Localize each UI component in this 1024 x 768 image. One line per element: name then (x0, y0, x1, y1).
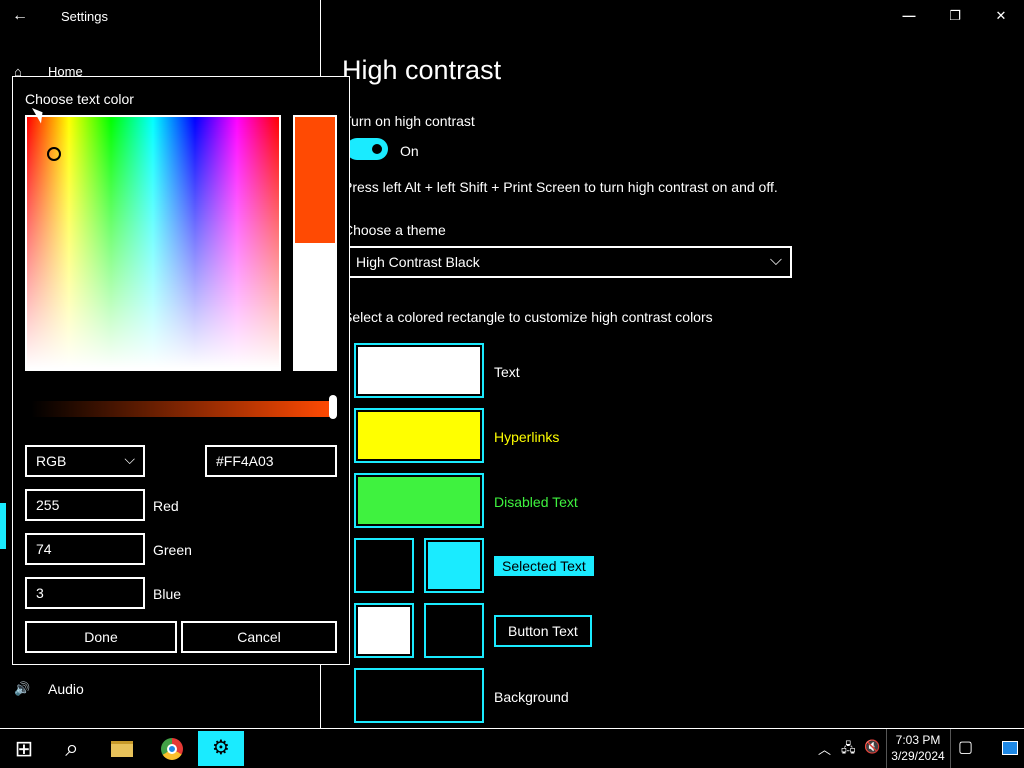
customize-hint: Select a colored rectangle to customize … (343, 309, 713, 325)
theme-label: Choose a theme (343, 222, 446, 238)
red-input[interactable]: 255 (25, 489, 145, 521)
theme-dropdown-value: High Contrast Black (356, 254, 480, 270)
settings-taskbar-button[interactable]: ⚙ (198, 731, 244, 766)
gear-icon: ⚙ (212, 737, 230, 759)
background-color-swatch[interactable] (354, 668, 484, 723)
folder-icon (111, 741, 133, 757)
clock[interactable]: 7:03 PM 3/29/2024 (887, 732, 949, 764)
color-spectrum[interactable] (25, 115, 281, 371)
brightness-slider-thumb[interactable] (329, 395, 337, 419)
app-title: Settings (61, 9, 108, 24)
text-color-label: Text (494, 364, 520, 380)
hyperlink-color-swatch[interactable] (354, 408, 484, 463)
minimize-button[interactable]: — (886, 3, 932, 29)
back-button[interactable]: ← (12, 6, 36, 28)
tray-overflow-icon[interactable]: ︿ (818, 739, 831, 758)
title-bar: ← Settings — ❐ ✕ (0, 0, 1024, 34)
chevron-down-icon: ⌵ (769, 252, 782, 269)
color-picker-dialog: Choose text color RGB ⌵ #FF4A03 255 Red … (12, 76, 350, 665)
windows-logo-icon: ⊞ (14, 736, 34, 761)
toggle-state: On (400, 143, 419, 159)
chevron-down-icon: ⌵ (124, 451, 135, 467)
cancel-button[interactable]: Cancel (181, 621, 337, 653)
background-color-label: Background (494, 689, 569, 705)
network-icon[interactable]: 🖧 (841, 739, 856, 761)
blue-label: Blue (153, 586, 182, 602)
color-mode-dropdown[interactable]: RGB ⌵ (25, 445, 145, 477)
hex-input[interactable]: #FF4A03 (205, 445, 337, 477)
search-button[interactable]: ⌕ (48, 729, 96, 768)
nav-audio-label: Audio (48, 681, 84, 697)
show-desktop-icon[interactable] (1002, 741, 1018, 755)
nav-item-audio[interactable]: 🔊 Audio (14, 680, 84, 697)
notification-center-icon[interactable]: ▢ (958, 737, 973, 757)
button-text-label: Button Text (494, 615, 592, 647)
blue-input[interactable]: 3 (25, 577, 145, 609)
button-text-foreground-swatch[interactable] (354, 603, 414, 658)
selected-text-foreground-swatch[interactable] (354, 538, 414, 593)
shortcut-hint: Press left Alt + left Shift + Print Scre… (343, 179, 778, 195)
restore-button[interactable]: ❐ (932, 3, 978, 29)
start-button[interactable]: ⊞ (0, 729, 48, 768)
speaker-icon: 🔊 (14, 681, 31, 696)
clock-date: 3/29/2024 (891, 749, 945, 763)
brightness-slider-track[interactable] (31, 401, 331, 417)
hyperlink-color-label: Hyperlinks (494, 429, 560, 445)
chrome-icon (161, 738, 183, 760)
clock-time: 7:03 PM (895, 733, 941, 747)
toggle-knob (372, 144, 382, 154)
toggle-label: Turn on high contrast (343, 113, 475, 129)
spectrum-selection-ring[interactable] (47, 147, 61, 161)
taskbar: ⊞ ⌕ ⚙ ︿ 🖧 🔇 7:03 PM 3/29/2024 ▢ (0, 728, 1024, 768)
volume-muted-icon[interactable]: 🔇 (864, 739, 880, 755)
search-icon: ⌕ (65, 735, 79, 762)
done-button[interactable]: Done (25, 621, 177, 653)
color-preview (293, 115, 337, 371)
button-text-background-swatch[interactable] (424, 603, 484, 658)
text-color-swatch[interactable] (354, 343, 484, 398)
page-title: High contrast (342, 55, 502, 85)
close-button[interactable]: ✕ (978, 3, 1024, 29)
disabled-text-color-swatch[interactable] (354, 473, 484, 528)
color-mode-value: RGB (36, 453, 67, 469)
dialog-title: Choose text color (25, 91, 134, 107)
green-input[interactable]: 74 (25, 533, 145, 565)
selected-color-preview (295, 117, 335, 243)
green-label: Green (153, 542, 192, 558)
theme-dropdown[interactable]: High Contrast Black ⌵ (346, 246, 792, 278)
selected-text-background-swatch[interactable] (424, 538, 484, 593)
high-contrast-toggle[interactable] (346, 138, 388, 160)
tray-separator (950, 729, 951, 768)
file-explorer-button[interactable] (98, 729, 146, 768)
red-label: Red (153, 498, 179, 514)
chrome-button[interactable] (148, 729, 196, 768)
nav-selection-indicator (0, 503, 6, 549)
disabled-text-color-label: Disabled Text (494, 494, 578, 510)
selected-text-label: Selected Text (494, 556, 594, 576)
